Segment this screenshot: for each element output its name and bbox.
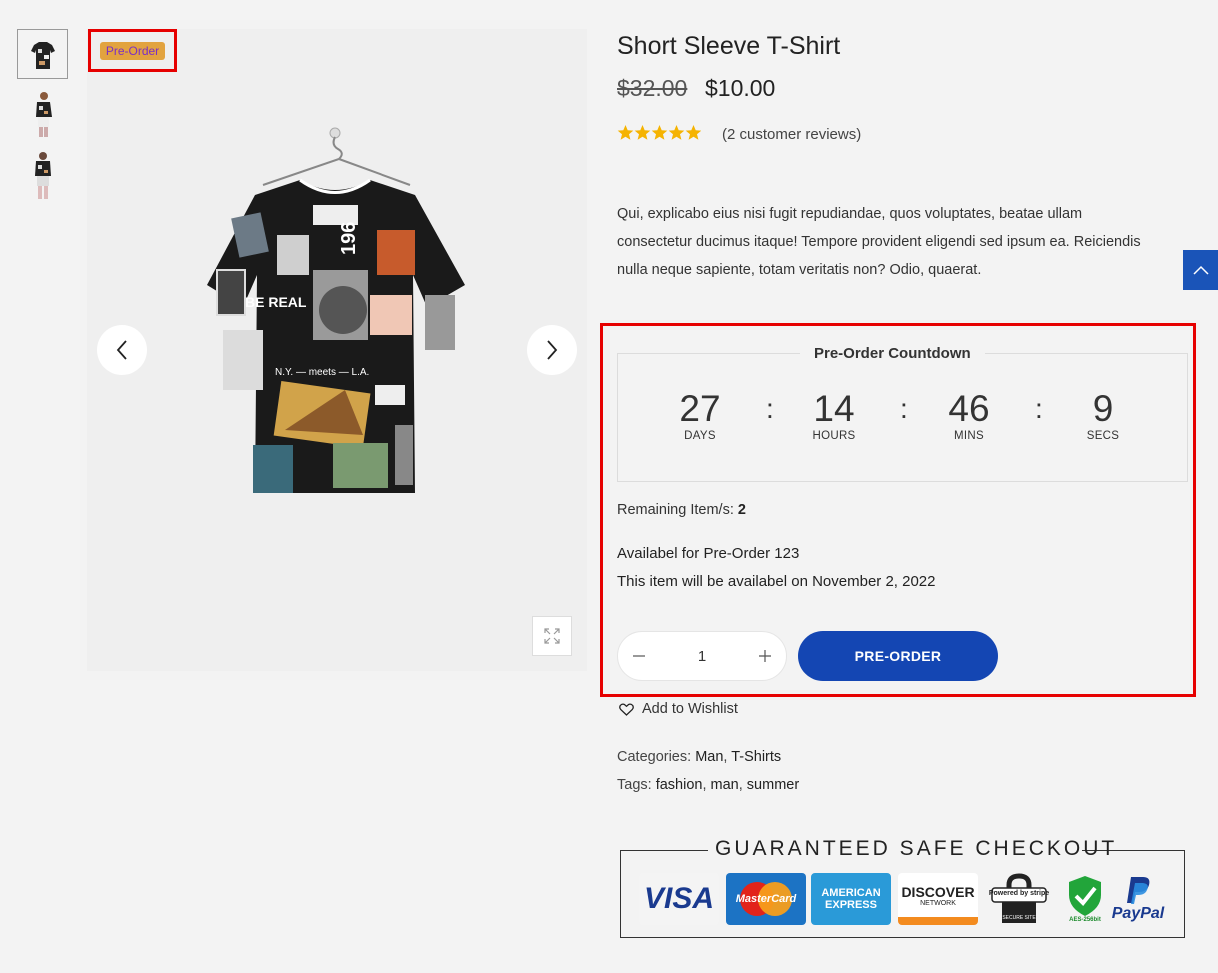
add-to-wishlist-link[interactable]: Add to Wishlist xyxy=(619,701,738,717)
visa-logo: VISA xyxy=(639,873,719,925)
remaining-items-label: Remaining Item/s: xyxy=(617,502,738,518)
star-icon-row xyxy=(617,125,701,140)
product-description: Qui, explicabo eius nisi fugit repudiand… xyxy=(617,206,1141,278)
rating-stars xyxy=(617,124,701,142)
expand-icon xyxy=(544,628,560,644)
price-sale: $10.00 xyxy=(705,75,776,101)
shield-check-icon xyxy=(1069,876,1101,916)
amex-logo: AMERICAN EXPRESS xyxy=(811,873,891,925)
tags-label: Tags: xyxy=(617,777,656,793)
paypal-icon xyxy=(1127,877,1150,904)
discover-network-text: NETWORK xyxy=(920,899,956,907)
aes-256-logo: AES-256bit xyxy=(1063,873,1107,925)
gallery-zoom-button[interactable] xyxy=(532,616,572,656)
thumbnail-shirt-front[interactable] xyxy=(17,29,68,79)
quantity-stepper xyxy=(617,631,787,681)
tag-link-summer[interactable]: summer xyxy=(747,777,799,793)
discover-logo: DISCOVER NETWORK xyxy=(898,873,978,925)
wishlist-label: Add to Wishlist xyxy=(642,701,738,717)
preorder-badge-highlight: Pre-Order xyxy=(88,29,177,72)
aes-256-text: AES-256bit xyxy=(1069,917,1101,923)
svg-text:BE REAL: BE REAL xyxy=(245,294,307,310)
preorder-button[interactable]: PRE-ORDER xyxy=(798,631,998,681)
countdown-days-label: DAYS xyxy=(684,430,716,442)
countdown-separator: : xyxy=(766,393,774,424)
heart-icon xyxy=(619,702,634,716)
product-title: Short Sleeve T-Shirt xyxy=(617,32,841,60)
chevron-left-icon xyxy=(116,340,127,360)
countdown-hours-label: HOURS xyxy=(812,430,856,442)
remaining-items-count: 2 xyxy=(737,502,746,518)
countdown-secs: 9 SECS xyxy=(1063,388,1143,442)
countdown-title: Pre-Order Countdown xyxy=(800,345,985,362)
countdown-days-value: 27 xyxy=(679,388,721,429)
shirt-thumbnail-image xyxy=(30,42,55,69)
countdown-separator: : xyxy=(900,393,908,424)
mastercard-logo: MasterCard xyxy=(726,873,806,925)
categories-label: Categories: xyxy=(617,749,696,765)
chevron-right-icon xyxy=(547,340,558,360)
model-full-image xyxy=(34,152,51,199)
checkout-border-left xyxy=(620,850,708,851)
svg-text:N.Y. — meets — L.A.: N.Y. — meets — L.A. xyxy=(275,367,369,378)
amex-logo-text-1: AMERICAN xyxy=(821,887,881,899)
amex-logo-text-2: EXPRESS xyxy=(825,899,877,911)
paypal-logo-text: PayPal xyxy=(1111,905,1165,922)
product-main-image: 196 BE REAL N.Y. — meets — L.A. xyxy=(207,127,465,493)
availability-note: Availabel for Pre-Order 123 xyxy=(617,545,800,562)
availability-date: This item will be availabel on November … xyxy=(617,573,936,590)
reviews-link[interactable]: (2 customer reviews) xyxy=(722,126,861,143)
countdown-secs-value: 9 xyxy=(1092,388,1114,429)
quantity-decrease-button[interactable] xyxy=(632,649,646,663)
chevron-up-icon xyxy=(1192,265,1209,275)
paypal-logo: PayPal xyxy=(1108,873,1168,925)
countdown-separator: : xyxy=(1035,393,1043,424)
plus-icon xyxy=(759,650,771,662)
svg-text:196: 196 xyxy=(338,222,360,255)
category-link-tshirts[interactable]: T-Shirts xyxy=(731,749,781,765)
thumbnail-list xyxy=(17,29,68,212)
category-link-man[interactable]: Man xyxy=(695,749,723,765)
stripe-logo-text: Powered by stripe xyxy=(988,890,1050,897)
remaining-items: Remaining Item/s: 2 xyxy=(617,502,746,518)
countdown-secs-label: SECS xyxy=(1086,430,1120,442)
countdown-days: 27 DAYS xyxy=(660,388,740,442)
discover-logo-text: DISCOVER xyxy=(901,883,975,900)
product-tags: Tags: fashion, man, summer xyxy=(617,777,800,793)
mastercard-logo-text: MasterCard xyxy=(735,893,797,905)
countdown-mins-label: MINS xyxy=(954,430,984,442)
thumbnail-model-full[interactable] xyxy=(17,151,68,201)
stripe-secure-logo: Powered by stripe SECURE SITE xyxy=(985,873,1053,925)
scroll-to-top-button[interactable] xyxy=(1183,250,1218,290)
tag-link-man[interactable]: man xyxy=(711,777,739,793)
minus-icon xyxy=(633,655,645,657)
countdown-hours-value: 14 xyxy=(813,388,855,429)
countdown-hours: 14 HOURS xyxy=(794,388,874,442)
visa-logo-text: VISA xyxy=(643,882,715,915)
countdown-mins: 46 MINS xyxy=(929,388,1009,442)
gallery-prev-button[interactable] xyxy=(97,325,147,375)
product-categories: Categories: Man, T-Shirts xyxy=(617,749,782,765)
safe-checkout-title: GUARANTEED SAFE CHECKOUT xyxy=(715,837,1118,860)
tag-link-fashion[interactable]: fashion xyxy=(656,777,703,793)
quantity-increase-button[interactable] xyxy=(758,649,772,663)
price-original: $32.00 xyxy=(617,75,688,101)
model-side-image xyxy=(35,92,52,137)
quantity-input[interactable] xyxy=(682,647,722,665)
gallery-next-button[interactable] xyxy=(527,325,577,375)
preorder-badge: Pre-Order xyxy=(99,41,166,60)
stripe-secure-text: SECURE SITE xyxy=(1002,915,1036,921)
thumbnail-model-side[interactable] xyxy=(17,90,68,140)
countdown-mins-value: 46 xyxy=(948,388,990,429)
